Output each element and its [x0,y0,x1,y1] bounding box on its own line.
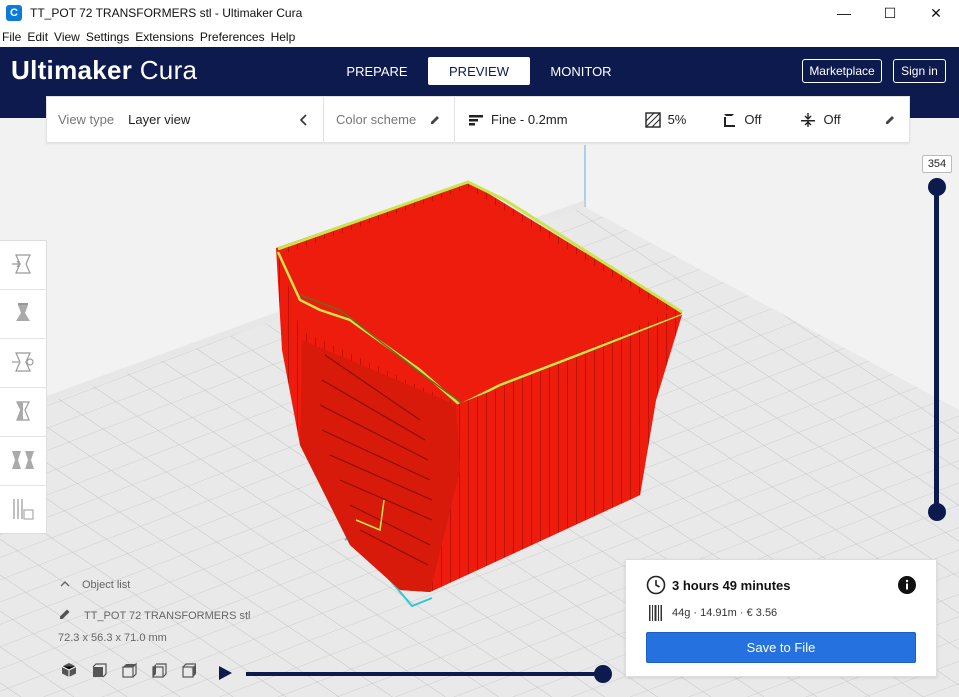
save-to-file-button[interactable]: Save to File [646,632,916,663]
pencil-icon [58,607,72,624]
window-title: TT_POT 72 TRANSFORMERS stl - Ultimaker C… [30,6,303,20]
tool-panel [0,240,47,534]
view-type-label: View type [58,112,115,127]
print-settings-summary[interactable]: Fine - 0.2mm 5% Off Off [455,97,909,142]
object-dimensions: 72.3 x 56.3 x 71.0 mm [58,632,167,644]
print-information-panel: 3 hours 49 minutes 44g · 14.91m · € 3.56… [625,559,937,677]
view-top-button[interactable] [118,661,140,681]
adhesion-icon [799,111,817,129]
brand-product: Cura [139,55,198,85]
cube-top-icon [121,662,137,681]
view-left-button[interactable] [148,661,170,681]
profile-value: Fine - 0.2mm [491,112,568,127]
menu-settings[interactable]: Settings [84,30,131,44]
view-type-selector[interactable]: View type Layer view [47,97,324,142]
cube-3d-icon [61,662,77,681]
profile-icon [467,111,485,129]
material-icon [648,604,664,625]
view-3d-button[interactable] [58,661,80,681]
window-controls: — ☐ ✕ [821,0,959,26]
current-layer-input[interactable]: 354 [922,155,952,173]
brand-name: Ultimaker [11,55,133,85]
layer-slider-bottom-handle[interactable] [928,503,946,521]
info-icon[interactable] [898,576,916,597]
sign-in-button[interactable]: Sign in [893,59,946,83]
object-name: TT_POT 72 TRANSFORMERS stl [84,609,251,622]
menu-view[interactable]: View [52,30,82,44]
simulation-play-button[interactable] [216,664,234,682]
menu-file[interactable]: File [0,30,23,44]
layer-slider-track[interactable] [934,186,939,513]
scale-tool-icon [10,300,36,329]
support-blocker-button[interactable] [0,486,46,535]
mirror-tool-button[interactable] [0,388,46,437]
move-tool-button[interactable] [0,241,46,290]
material-estimate: 44g · 14.91m · € 3.56 [672,607,778,619]
play-icon [216,666,234,685]
object-name-row[interactable]: TT_POT 72 TRANSFORMERS stl [58,607,250,624]
view-front-button[interactable] [88,661,110,681]
cube-front-icon [91,662,107,681]
support-blocker-icon [10,496,36,525]
menu-extensions[interactable]: Extensions [133,30,196,44]
rotate-tool-icon [10,349,36,378]
menu-bar: File Edit View Settings Extensions Prefe… [0,26,959,47]
infill-icon [644,111,662,129]
view-right-button[interactable] [178,661,200,681]
per-model-settings-button[interactable] [0,437,46,486]
path-slider-handle[interactable] [594,665,612,683]
view-orientation-buttons [58,661,208,681]
layer-slider-top-handle[interactable] [928,178,946,196]
cura-logo-icon: C [6,5,22,21]
view-type-chevron-icon [295,111,313,129]
menu-preferences[interactable]: Preferences [198,30,267,44]
mirror-tool-icon [10,398,36,427]
tab-monitor[interactable]: MONITOR [530,57,632,85]
minimize-button[interactable]: — [821,0,867,26]
print-settings-bar: View type Layer view Color scheme Fine -… [46,96,910,143]
maximize-button[interactable]: ☐ [867,0,913,26]
move-tool-icon [10,251,36,280]
menu-edit[interactable]: Edit [25,30,50,44]
path-slider-track[interactable] [246,672,604,676]
cube-right-icon [181,662,197,681]
clock-icon [646,575,666,598]
pencil-icon [426,111,444,129]
tab-preview[interactable]: PREVIEW [428,57,530,85]
object-list-toggle[interactable]: Object list [60,579,130,591]
color-scheme-label: Color scheme [336,112,417,127]
stage-tabs: PREPARE PREVIEW MONITOR [326,57,632,85]
color-scheme-selector[interactable]: Color scheme [324,97,455,142]
custom-settings-pencil-icon[interactable] [881,111,899,129]
support-icon [720,111,738,129]
chevron-up-icon [60,579,70,591]
view-type-value: Layer view [128,112,191,127]
marketplace-button[interactable]: Marketplace [802,59,882,83]
cube-left-icon [151,662,167,681]
brand-logo: Ultimaker Cura [11,55,197,86]
close-button[interactable]: ✕ [913,0,959,26]
rotate-tool-button[interactable] [0,339,46,388]
per-model-settings-icon [10,447,36,476]
print-time: 3 hours 49 minutes [672,578,791,593]
infill-value: 5% [667,112,687,127]
adhesion-value: Off [823,112,841,127]
tab-prepare[interactable]: PREPARE [326,57,428,85]
scale-tool-button[interactable] [0,290,46,339]
object-list-label: Object list [82,579,131,591]
support-value: Off [744,112,762,127]
title-bar: C TT_POT 72 TRANSFORMERS stl - Ultimaker… [0,0,959,26]
menu-help[interactable]: Help [269,30,298,44]
